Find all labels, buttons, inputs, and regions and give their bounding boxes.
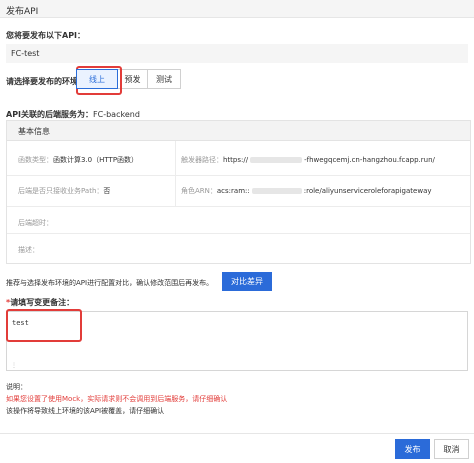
compare-hint: 推荐与选择发布环境的API进行配置对比，确认修改范围后再发布。 bbox=[6, 279, 214, 287]
trigger-path-suffix: -fhwegqcemj.cn-hangzhou.fcapp.run/ bbox=[304, 156, 435, 164]
dialog-title: 发布API bbox=[6, 7, 39, 17]
divider bbox=[7, 233, 470, 234]
function-type-field: 函数类型：函数计算3.0（HTTP函数） bbox=[18, 155, 138, 165]
redacted-blur bbox=[251, 188, 302, 194]
dialog-header: 发布API bbox=[0, 0, 474, 18]
env-option-online[interactable]: 线上 bbox=[76, 69, 118, 89]
path-only-field: 后端是否只接收业务Path：否 bbox=[18, 186, 110, 196]
basic-info-header: 基本信息 bbox=[7, 121, 470, 141]
explanation-label: 说明： bbox=[6, 383, 27, 391]
divider bbox=[7, 175, 470, 176]
description-field: 描述： bbox=[18, 245, 39, 255]
divider bbox=[7, 206, 470, 207]
trigger-path-label: 触发器路径： bbox=[181, 156, 223, 164]
function-type-value: 函数计算3.0（HTTP函数） bbox=[53, 156, 139, 164]
backend-service-value: FC-backend bbox=[93, 110, 140, 119]
role-arn-prefix: acs:ram:: bbox=[216, 187, 250, 195]
timeout-field: 后端超时： bbox=[18, 218, 53, 228]
basic-info-panel: 基本信息 函数类型：函数计算3.0（HTTP函数） 触发器路径：https://… bbox=[6, 120, 471, 264]
compare-diff-button[interactable]: 对比差异 bbox=[222, 272, 272, 291]
role-arn-suffix: :role/aliyunserviceroleforapigateway bbox=[303, 187, 432, 195]
env-section-label: 请选择要发布的环境： bbox=[6, 77, 86, 86]
change-note-label: *请填写变更备注： bbox=[6, 297, 74, 308]
footer-divider bbox=[0, 433, 474, 434]
change-note-label-text: 请填写变更备注： bbox=[10, 298, 75, 307]
description-label: 描述： bbox=[18, 246, 39, 254]
api-name: FC-test bbox=[11, 49, 40, 58]
api-section-label: 您将要发布以下API： bbox=[6, 31, 86, 40]
role-arn-label: 角色ARN： bbox=[181, 187, 217, 195]
resize-handle-icon: ⋮ bbox=[11, 362, 17, 369]
divider bbox=[175, 141, 176, 206]
timeout-label: 后端超时： bbox=[18, 219, 53, 227]
redacted-blur bbox=[250, 157, 303, 163]
basic-info-title: 基本信息 bbox=[18, 127, 50, 136]
trigger-path-field: 触发器路径：https:// -fhwegqcemj.cn-hangzhou.fc… bbox=[181, 155, 435, 165]
env-option-test[interactable]: 测试 bbox=[147, 69, 181, 89]
backend-service-label: API关联的后端服务为： bbox=[6, 110, 94, 119]
trigger-path-prefix: https:// bbox=[223, 156, 249, 164]
path-only-label: 后端是否只接收业务Path： bbox=[18, 187, 104, 195]
env-radio-group: 线上 预发 测试 bbox=[76, 69, 181, 89]
cancel-button[interactable]: 取消 bbox=[434, 439, 469, 459]
path-only-value: 否 bbox=[103, 187, 111, 195]
highlight-box-note bbox=[6, 309, 82, 342]
publish-button[interactable]: 发布 bbox=[395, 439, 430, 459]
mock-warning-text: 如果您设置了使用Mock，实际请求则不会调用到后端服务，请仔细确认 bbox=[6, 395, 228, 403]
overwrite-info-text: 该操作将导致线上环境的该API被覆盖，请仔细确认 bbox=[6, 407, 165, 415]
role-arn-field: 角色ARN：acs:ram:::role/aliyunservicerolefo… bbox=[181, 186, 432, 196]
backend-service-line: API关联的后端服务为：FC-backend bbox=[6, 109, 140, 120]
function-type-label: 函数类型： bbox=[18, 156, 53, 164]
api-name-box: FC-test bbox=[6, 44, 468, 63]
